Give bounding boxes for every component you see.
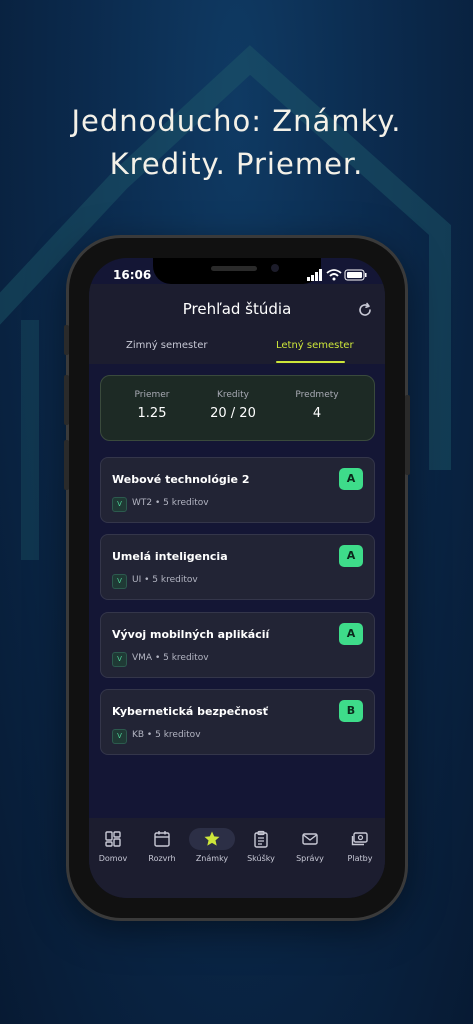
summary-average: Priemer 1.25 <box>112 390 192 421</box>
summary-value: 4 <box>312 406 322 421</box>
course-type-badge: V <box>112 652 127 667</box>
status-time: 16:06 <box>113 268 152 282</box>
battery-icon <box>344 269 367 281</box>
nav-item-rozvrh[interactable]: Rozvrh <box>138 830 186 863</box>
grade-badge: A <box>339 545 363 567</box>
grade-badge: B <box>339 700 363 722</box>
tab-zimny-semester[interactable]: Zimný semester <box>126 340 207 351</box>
summary-credits: Kredity 20 / 20 <box>193 390 273 421</box>
app-screen: Prehľad štúdia Zimný semester Letný seme… <box>89 258 385 898</box>
nav-item-domov[interactable]: Domov <box>89 830 137 863</box>
course-type-badge: V <box>112 574 127 589</box>
nav-label: Známky <box>195 854 229 863</box>
mail-icon <box>302 833 318 845</box>
summary-value: 1.25 <box>137 406 167 421</box>
signal-icon <box>307 269 322 281</box>
clipboard-icon <box>254 830 268 848</box>
summary-value: 20 / 20 <box>210 406 256 421</box>
wifi-icon <box>326 269 342 281</box>
star-icon <box>204 831 220 846</box>
course-card-kb[interactable]: Kybernetická bezpečnosť V KB • 5 kredito… <box>100 689 375 755</box>
grade-badge: A <box>339 623 363 645</box>
phone-power-button <box>405 395 410 475</box>
course-meta: KB • 5 kreditov <box>132 730 201 740</box>
nav-item-znamky[interactable]: Známky <box>188 830 236 863</box>
nav-label: Platby <box>347 854 373 863</box>
course-name: Vývoj mobilných aplikácií <box>112 628 270 641</box>
course-type-badge: V <box>112 497 127 512</box>
active-tab-indicator <box>276 361 345 363</box>
payments-icon <box>351 832 368 846</box>
course-meta: WT2 • 5 kreditov <box>132 498 209 508</box>
course-name: Webové technológie 2 <box>112 473 250 486</box>
summary-label: Kredity <box>216 390 249 400</box>
status-icons <box>307 269 367 281</box>
nav-label: Rozvrh <box>148 854 176 863</box>
course-name: Kybernetická bezpečnosť <box>112 705 268 718</box>
summary-subjects: Predmety 4 <box>277 390 357 421</box>
course-meta: VMA • 5 kreditov <box>132 653 209 663</box>
course-meta: UI • 5 kreditov <box>132 575 198 585</box>
headline-line-2: Kredity. Priemer. <box>109 147 364 181</box>
dashboard-icon <box>105 831 121 847</box>
nav-label: Skúšky <box>247 854 275 863</box>
course-card-vma[interactable]: Vývoj mobilných aplikácií V VMA • 5 kred… <box>100 612 375 678</box>
refresh-icon[interactable] <box>357 302 373 318</box>
phone-notch <box>153 258 321 284</box>
nav-item-platby[interactable]: Platby <box>336 830 384 863</box>
headline: Jednoducho: Známky. Kredity. Priemer. <box>0 100 473 186</box>
tab-letny-semester[interactable]: Letný semester <box>276 340 354 351</box>
nav-item-spravy[interactable]: Správy <box>286 830 334 863</box>
page-title: Prehľad štúdia <box>182 300 292 318</box>
speaker <box>211 266 257 271</box>
course-type-badge: V <box>112 729 127 744</box>
app-header: Prehľad štúdia Zimný semester Letný seme… <box>89 284 385 364</box>
course-card-wt2[interactable]: Webové technológie 2 V WT2 • 5 kreditov … <box>100 457 375 523</box>
phone-volume-up <box>64 375 69 425</box>
nav-label: Domov <box>98 854 128 863</box>
bottom-navigation: Domov Rozvrh Známky Skúšky Správy Platby <box>89 818 385 898</box>
phone-side-button <box>64 325 69 355</box>
course-card-ui[interactable]: Umelá inteligencia V UI • 5 kreditov A <box>100 534 375 600</box>
summary-card: Priemer 1.25 Kredity 20 / 20 Predmety 4 <box>100 375 375 441</box>
headline-line-1: Jednoducho: Známky. <box>71 104 402 138</box>
summary-label: Priemer <box>134 390 170 400</box>
grade-badge: A <box>339 468 363 490</box>
calendar-icon <box>154 831 170 847</box>
summary-label: Predmety <box>295 390 339 400</box>
phone-volume-down <box>64 440 69 490</box>
front-camera <box>271 264 279 272</box>
course-name: Umelá inteligencia <box>112 550 228 563</box>
nav-item-skusky[interactable]: Skúšky <box>237 830 285 863</box>
nav-label: Správy <box>296 854 324 863</box>
